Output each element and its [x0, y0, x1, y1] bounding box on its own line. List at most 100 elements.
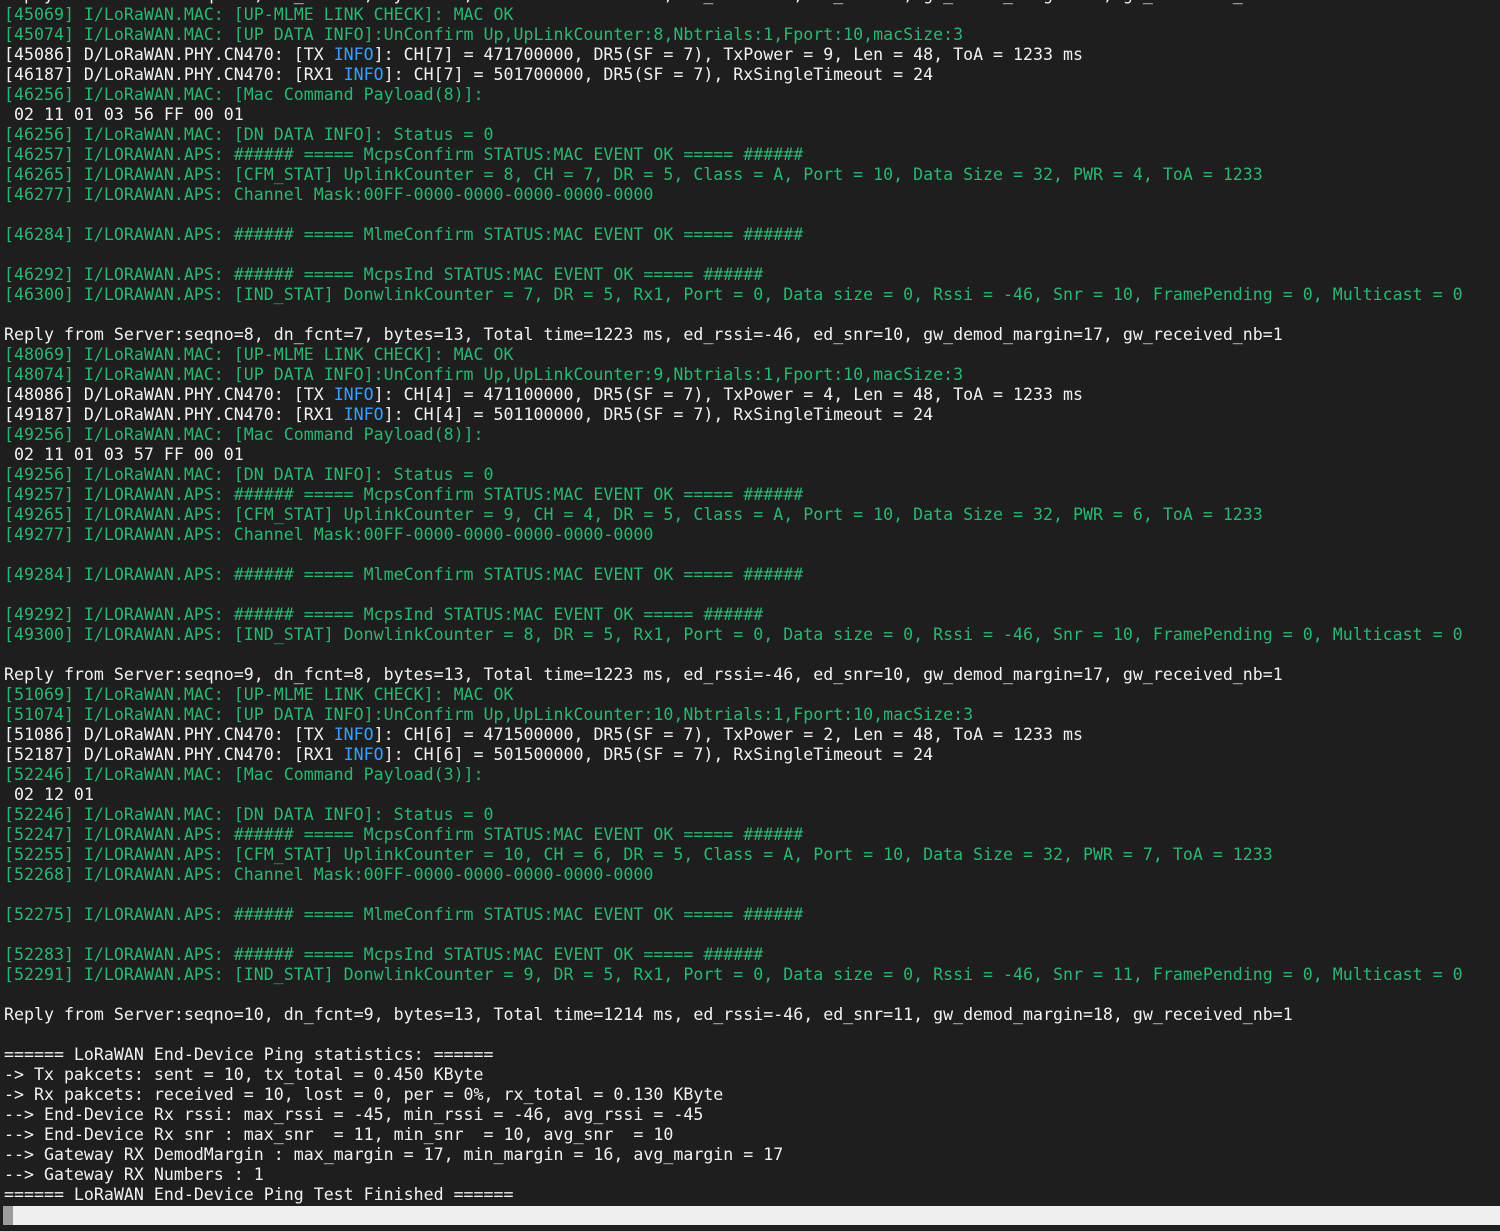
log-text: ]: CH[6] = 501500000, DR5(SF = 7), RxSin… [383, 745, 934, 764]
log-text: [46284] I/LORAWAN.APS: ###### ===== Mlme… [4, 225, 804, 244]
log-text: [46187] D/LoRaWAN.PHY.CN470: [RX1 [4, 65, 344, 84]
log-line: [52268] I/LORAWAN.APS: Channel Mask:00FF… [4, 865, 1498, 885]
log-line: [49300] I/LORAWAN.APS: [IND_STAT] Donwli… [4, 625, 1498, 645]
log-text: [52283] I/LORAWAN.APS: ###### ===== Mcps… [4, 945, 764, 964]
log-text: ====== LoRaWAN End-Device Ping Test Fini… [4, 1185, 514, 1204]
log-text: --> End-Device Rx snr : max_snr = 11, mi… [4, 1125, 674, 1144]
log-line: ====== LoRaWAN End-Device Ping statistic… [4, 1045, 1498, 1065]
log-line: [51086] D/LoRaWAN.PHY.CN470: [TX INFO]: … [4, 725, 1498, 745]
log-line: [49265] I/LORAWAN.APS: [CFM_STAT] Uplink… [4, 505, 1498, 525]
log-text: Reply from Server:seqno=8, dn_fcnt=7, by… [4, 325, 1283, 344]
log-line: [46292] I/LORAWAN.APS: ###### ===== Mcps… [4, 265, 1498, 285]
log-line: [52247] I/LORAWAN.APS: ###### ===== Mcps… [4, 825, 1498, 845]
log-line: [46277] I/LORAWAN.APS: Channel Mask:00FF… [4, 185, 1498, 205]
log-line: --> End-Device Rx rssi: max_rssi = -45, … [4, 1105, 1498, 1125]
log-text: [51086] D/LoRaWAN.PHY.CN470: [TX [4, 725, 334, 744]
log-text: [46300] I/LORAWAN.APS: [IND_STAT] Donwli… [4, 285, 1463, 304]
log-line: [52246] I/LoRaWAN.MAC: [Mac Command Payl… [4, 765, 1498, 785]
log-text: [45069] I/LoRaWAN.MAC: [UP-MLME LINK CHE… [4, 5, 514, 24]
log-line: [48086] D/LoRaWAN.PHY.CN470: [TX INFO]: … [4, 385, 1498, 405]
log-line: [46265] I/LORAWAN.APS: [CFM_STAT] Uplink… [4, 165, 1498, 185]
log-text: [46265] I/LORAWAN.APS: [CFM_STAT] Uplink… [4, 165, 1263, 184]
log-text: [49187] D/LoRaWAN.PHY.CN470: [RX1 [4, 405, 344, 424]
log-text: [51069] I/LoRaWAN.MAC: [UP-MLME LINK CHE… [4, 685, 514, 704]
log-line: Reply from Server:seqno=9, dn_fcnt=8, by… [4, 665, 1498, 685]
log-line: [46187] D/LoRaWAN.PHY.CN470: [RX1 INFO]:… [4, 65, 1498, 85]
log-line: ====== LoRaWAN End-Device Ping Test Fini… [4, 1185, 1498, 1205]
log-text: [49265] I/LORAWAN.APS: [CFM_STAT] Uplink… [4, 505, 1263, 524]
log-line: --> Gateway RX Numbers : 1 [4, 1165, 1498, 1185]
log-text: [48074] I/LoRaWAN.MAC: [UP DATA INFO]:Un… [4, 365, 964, 384]
log-text: [49277] I/LORAWAN.APS: Channel Mask:00FF… [4, 525, 654, 544]
log-text: INFO [343, 65, 384, 84]
log-text: [49300] I/LORAWAN.APS: [IND_STAT] Donwli… [4, 625, 1463, 644]
log-line: [46256] I/LoRaWAN.MAC: [Mac Command Payl… [4, 85, 1498, 105]
log-text: [49256] I/LoRaWAN.MAC: [DN DATA INFO]: S… [4, 465, 494, 484]
log-line: -> Tx pakcets: sent = 10, tx_total = 0.4… [4, 1065, 1498, 1085]
command-input[interactable] [3, 1206, 1500, 1225]
horizontal-scrollbar-thumb[interactable] [3, 1206, 13, 1225]
log-line: [51069] I/LoRaWAN.MAC: [UP-MLME LINK CHE… [4, 685, 1498, 705]
log-text: [49257] I/LORAWAN.APS: ###### ===== Mcps… [4, 485, 804, 504]
log-text: ]: CH[4] = 471100000, DR5(SF = 7), TxPow… [373, 385, 1083, 404]
log-line: [49257] I/LORAWAN.APS: ###### ===== Mcps… [4, 485, 1498, 505]
log-text: [45086] D/LoRaWAN.PHY.CN470: [TX [4, 45, 334, 64]
log-text: [52246] I/LoRaWAN.MAC: [Mac Command Payl… [4, 765, 484, 784]
log-text: [49284] I/LORAWAN.APS: ###### ===== Mlme… [4, 565, 804, 584]
log-text: [52247] I/LORAWAN.APS: ###### ===== Mcps… [4, 825, 804, 844]
log-text: 02 12 01 [4, 785, 94, 804]
log-line: [49256] I/LoRaWAN.MAC: [DN DATA INFO]: S… [4, 465, 1498, 485]
log-line: [49284] I/LORAWAN.APS: ###### ===== Mlme… [4, 565, 1498, 585]
log-text: [49256] I/LoRaWAN.MAC: [Mac Command Payl… [4, 425, 484, 444]
log-text: [45074] I/LoRaWAN.MAC: [UP DATA INFO]:Un… [4, 25, 964, 44]
log-text: [52275] I/LORAWAN.APS: ###### ===== Mlme… [4, 905, 804, 924]
log-line: [52291] I/LORAWAN.APS: [IND_STAT] Donwli… [4, 965, 1498, 985]
log-line: [45069] I/LoRaWAN.MAC: [UP-MLME LINK CHE… [4, 5, 1498, 25]
log-line: --> End-Device Rx snr : max_snr = 11, mi… [4, 1125, 1498, 1145]
log-line: [49292] I/LORAWAN.APS: ###### ===== Mcps… [4, 605, 1498, 625]
log-line: Reply from Server:seqno=10, dn_fcnt=9, b… [4, 1005, 1498, 1025]
log-text: [46277] I/LORAWAN.APS: Channel Mask:00FF… [4, 185, 654, 204]
log-text: 02 11 01 03 57 FF 00 01 [4, 445, 244, 464]
log-text: [49292] I/LORAWAN.APS: ###### ===== Mcps… [4, 605, 764, 624]
log-line: [49256] I/LoRaWAN.MAC: [Mac Command Payl… [4, 425, 1498, 445]
log-line: [49277] I/LORAWAN.APS: Channel Mask:00FF… [4, 525, 1498, 545]
log-text: Reply from Server:seqno=10, dn_fcnt=9, b… [4, 1005, 1293, 1024]
log-line: [48069] I/LoRaWAN.MAC: [UP-MLME LINK CHE… [4, 345, 1498, 365]
log-line: [45074] I/LoRaWAN.MAC: [UP DATA INFO]:Un… [4, 25, 1498, 45]
log-line: [52255] I/LORAWAN.APS: [CFM_STAT] Uplink… [4, 845, 1498, 865]
log-line: 02 11 01 03 57 FF 00 01 [4, 445, 1498, 465]
log-text: [48069] I/LoRaWAN.MAC: [UP-MLME LINK CHE… [4, 345, 514, 364]
log-text: --> Gateway RX Numbers : 1 [4, 1165, 264, 1184]
log-text: [46292] I/LORAWAN.APS: ###### ===== Mcps… [4, 265, 764, 284]
log-text: ]: CH[7] = 471700000, DR5(SF = 7), TxPow… [373, 45, 1083, 64]
log-text: [48086] D/LoRaWAN.PHY.CN470: [TX [4, 385, 334, 404]
log-text: INFO [333, 385, 374, 404]
log-line: [51074] I/LoRaWAN.MAC: [UP DATA INFO]:Un… [4, 705, 1498, 725]
log-text: INFO [333, 725, 374, 744]
log-text: --> End-Device Rx rssi: max_rssi = -45, … [4, 1105, 704, 1124]
log-text: [46256] I/LoRaWAN.MAC: [DN DATA INFO]: S… [4, 125, 494, 144]
log-line: -> Rx pakcets: received = 10, lost = 0, … [4, 1085, 1498, 1105]
log-line: Reply from Server:seqno=8, dn_fcnt=7, by… [4, 325, 1498, 345]
log-text: [52291] I/LORAWAN.APS: [IND_STAT] Donwli… [4, 965, 1463, 984]
log-line: [52283] I/LORAWAN.APS: ###### ===== Mcps… [4, 945, 1498, 965]
log-line: [52275] I/LORAWAN.APS: ###### ===== Mlme… [4, 905, 1498, 925]
terminal-output[interactable]: Reply from Server:seqno=7, dn_fcnt=6, by… [0, 0, 1500, 1205]
log-text: -> Tx pakcets: sent = 10, tx_total = 0.4… [4, 1065, 484, 1084]
log-text: INFO [343, 405, 384, 424]
log-text: INFO [343, 745, 384, 764]
log-text: Reply from Server:seqno=7, dn_fcnt=6, by… [4, 0, 1283, 4]
log-line: [46256] I/LoRaWAN.MAC: [DN DATA INFO]: S… [4, 125, 1498, 145]
log-text: [46256] I/LoRaWAN.MAC: [Mac Command Payl… [4, 85, 484, 104]
log-text: [52255] I/LORAWAN.APS: [CFM_STAT] Uplink… [4, 845, 1273, 864]
